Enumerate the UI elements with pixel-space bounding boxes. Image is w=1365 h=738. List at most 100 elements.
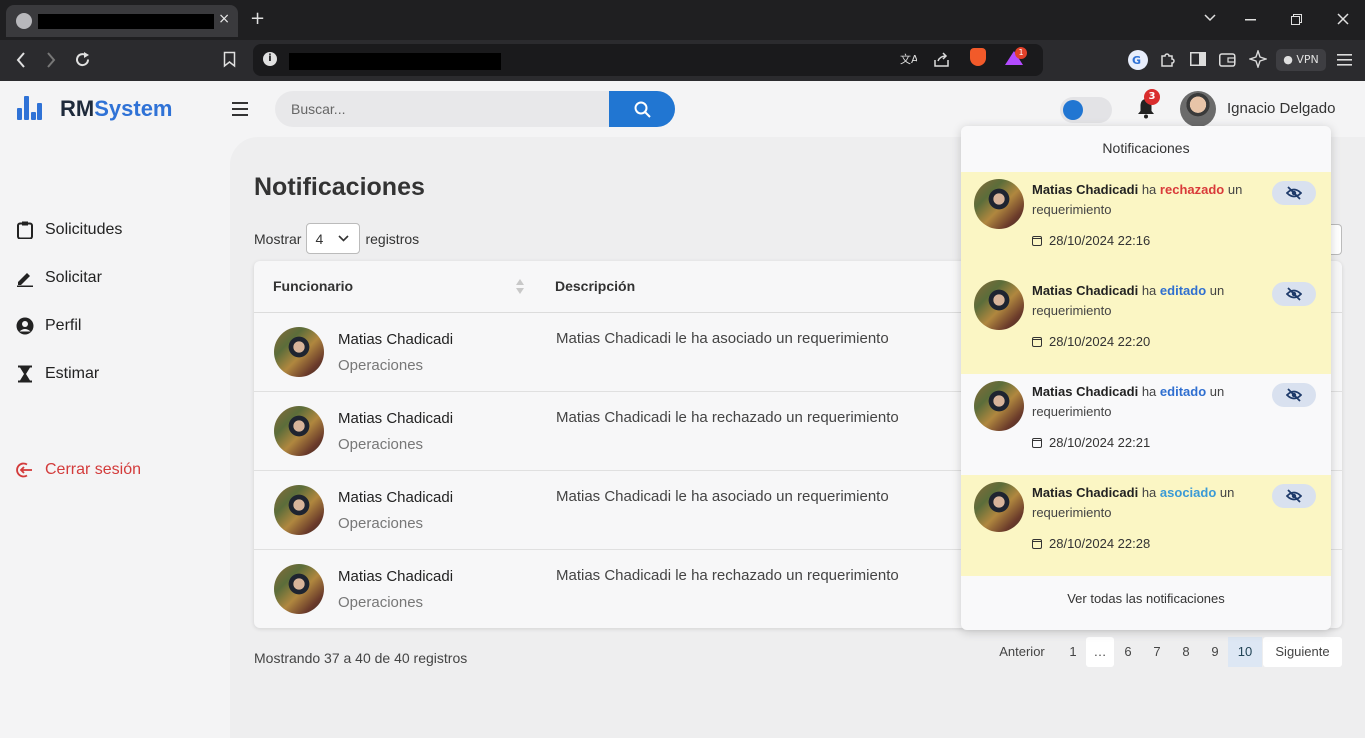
pagination-page-current[interactable]: 10 — [1228, 637, 1262, 667]
view-all-notifications-link[interactable]: Ver todas las notificaciones — [961, 591, 1331, 606]
avatar — [974, 381, 1024, 431]
close-window-icon[interactable] — [1337, 13, 1349, 25]
row-name: Matias Chadicadi — [338, 331, 454, 348]
notification-date-text: 28/10/2024 22:20 — [1049, 334, 1151, 349]
avatar — [274, 406, 324, 456]
eye-slash-icon — [1286, 186, 1302, 200]
show-prefix: Mostrar — [254, 230, 302, 247]
calendar-icon — [1032, 538, 1042, 549]
notification-date-text: 28/10/2024 22:21 — [1049, 435, 1151, 450]
menu-icon[interactable] — [1337, 54, 1352, 66]
column-header-descripcion[interactable]: Descripción — [555, 278, 635, 294]
avatar — [974, 482, 1024, 532]
notification-actor: Matias Chadicadi — [1032, 485, 1139, 500]
notification-actor: Matias Chadicadi — [1032, 283, 1139, 298]
extensions-icon[interactable] — [1159, 51, 1176, 68]
avatar — [974, 280, 1024, 330]
pagination-previous[interactable]: Anterior — [994, 637, 1050, 667]
share-icon[interactable] — [933, 52, 950, 68]
search-input[interactable] — [275, 91, 609, 127]
chevron-down-icon — [338, 235, 350, 242]
notification-item[interactable]: Matias Chadicadi ha editado un requerimi… — [961, 273, 1331, 374]
sidebar-item-label: Solicitudes — [45, 221, 123, 238]
row-description: Matias Chadicadi le ha rechazado un requ… — [556, 409, 899, 426]
eye-slash-icon — [1286, 388, 1302, 402]
brave-shields-icon[interactable] — [970, 48, 986, 66]
page-length-select[interactable]: 4 — [306, 223, 361, 254]
wallet-icon[interactable] — [1219, 52, 1236, 67]
sidebar-item-label: Solicitar — [45, 269, 102, 286]
logout-button[interactable]: Cerrar sesión — [16, 458, 141, 482]
translate-icon[interactable]: 文A — [900, 52, 917, 68]
translator-extension-icon[interactable]: G — [1127, 49, 1149, 71]
row-department: Operaciones — [338, 515, 424, 532]
pagination-page[interactable]: 6 — [1119, 637, 1137, 667]
leo-ai-icon[interactable] — [1249, 50, 1267, 68]
row-name: Matias Chadicadi — [338, 410, 454, 427]
notification-actor: Matias Chadicadi — [1032, 182, 1139, 197]
globe-icon — [16, 13, 32, 29]
sort-icon[interactable] — [516, 279, 524, 295]
mark-read-button[interactable] — [1272, 383, 1316, 407]
pagination-ellipsis: … — [1086, 637, 1114, 667]
sidebar-item-solicitudes[interactable]: Solicitudes — [16, 218, 122, 242]
row-description: Matias Chadicadi le ha asociado un reque… — [556, 330, 889, 347]
site-info-icon[interactable]: i — [263, 52, 277, 66]
sidebar-item-perfil[interactable]: Perfil — [16, 314, 81, 338]
search-button[interactable] — [609, 91, 675, 127]
search-icon — [634, 101, 651, 118]
logout-label: Cerrar sesión — [45, 461, 142, 478]
notification-date-text: 28/10/2024 22:28 — [1049, 536, 1151, 551]
restore-icon[interactable] — [1291, 14, 1302, 25]
notification-date: 28/10/2024 22:28 — [1032, 536, 1150, 551]
pagination-page[interactable]: 9 — [1206, 637, 1224, 667]
notification-item[interactable]: Matias Chadicadi ha asociado un requerim… — [961, 475, 1331, 576]
hamburger-menu-icon[interactable] — [232, 102, 248, 116]
brand-prefix: RM — [60, 96, 95, 121]
svg-text:G: G — [1132, 54, 1141, 67]
user-circle-icon — [16, 317, 34, 335]
notification-message: Matias Chadicadi ha editado un requerimi… — [1032, 281, 1268, 321]
notification-verb: ha — [1141, 182, 1157, 197]
user-avatar[interactable] — [1180, 91, 1216, 127]
sidebar-toggle-icon[interactable] — [1190, 52, 1206, 66]
close-tab-icon[interactable]: × — [218, 11, 230, 27]
tab-search-chevron-icon[interactable] — [1204, 14, 1216, 22]
row-description: Matias Chadicadi le ha rechazado un requ… — [556, 567, 899, 584]
row-name: Matias Chadicadi — [338, 568, 454, 585]
brand-logo[interactable]: RMSystem — [60, 96, 173, 122]
pagination-next[interactable]: Siguiente — [1263, 637, 1342, 667]
page-title: Notificaciones — [254, 173, 425, 201]
notification-item[interactable]: Matias Chadicadi ha rechazado un requeri… — [961, 172, 1331, 273]
vpn-button[interactable]: ● VPN — [1276, 49, 1326, 71]
back-icon[interactable] — [16, 52, 26, 68]
address-bar[interactable]: i 文A — [253, 44, 1043, 76]
notifications-header: Notificaciones — [1102, 140, 1190, 156]
user-name[interactable]: Ignacio Delgado — [1227, 100, 1335, 117]
minimize-icon[interactable] — [1245, 19, 1256, 21]
notification-message: Matias Chadicadi ha editado un requerimi… — [1032, 382, 1268, 422]
pagination-page[interactable]: 7 — [1148, 637, 1166, 667]
notification-item[interactable]: Matias Chadicadi ha editado un requerimi… — [961, 374, 1331, 475]
browser-toolbar: i 文A 1 G ● VPN — [0, 40, 1365, 81]
sidebar-item-estimar[interactable]: Estimar — [16, 362, 99, 386]
notification-message: Matias Chadicadi ha asociado un requerim… — [1032, 483, 1268, 523]
forward-icon[interactable] — [46, 52, 56, 68]
mark-read-button[interactable] — [1272, 282, 1316, 306]
notification-count-badge: 3 — [1144, 89, 1160, 105]
browser-tab[interactable]: × — [6, 5, 238, 37]
mark-read-button[interactable] — [1272, 181, 1316, 205]
sidebar-item-solicitar[interactable]: Solicitar — [16, 266, 102, 290]
row-description: Matias Chadicadi le ha asociado un reque… — [556, 488, 889, 505]
reload-icon[interactable] — [74, 51, 91, 68]
logo-chart-icon — [17, 96, 43, 120]
clipboard-icon — [17, 221, 33, 239]
new-tab-button[interactable]: + — [250, 8, 265, 29]
pagination-page[interactable]: 8 — [1177, 637, 1195, 667]
pagination-page[interactable]: 1 — [1064, 637, 1082, 667]
column-header-funcionario[interactable]: Funcionario — [273, 278, 353, 294]
theme-toggle[interactable] — [1060, 97, 1112, 123]
rewards-badge: 1 — [1015, 47, 1027, 59]
bookmark-icon[interactable] — [223, 51, 236, 68]
mark-read-button[interactable] — [1272, 484, 1316, 508]
